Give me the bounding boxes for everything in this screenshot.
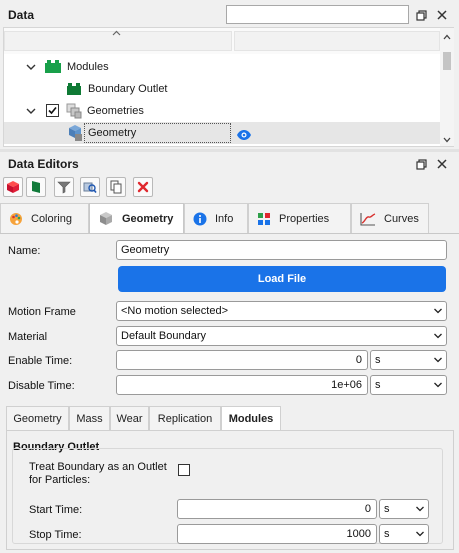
tab-coloring[interactable]: Coloring [0, 203, 89, 233]
material-value: Default Boundary [121, 330, 206, 342]
modules-tab-content: Boundary Outlet Treat Boundary as an Out… [6, 430, 454, 550]
tab-curves[interactable]: Curves [351, 203, 429, 233]
disable-time-field[interactable]: 1e+06 [116, 375, 368, 395]
data-panel: Data Modules Boundary Outlet Geometries … [0, 0, 459, 150]
start-time-unit-select[interactable]: s [379, 499, 429, 519]
palette-icon [9, 212, 23, 226]
copy-button[interactable] [106, 177, 126, 197]
chevron-down-icon [434, 333, 442, 339]
disable-time-unit: s [375, 379, 381, 391]
treat-outlet-checkbox[interactable] [178, 464, 190, 476]
data-panel-title: Data [8, 8, 35, 22]
chevron-down-icon [416, 506, 424, 512]
treat-outlet-label-line2: for Particles: [29, 474, 91, 486]
subtab-label: Replication [157, 412, 213, 425]
tab-label: Geometry [122, 212, 174, 225]
panel-splitter[interactable] [0, 149, 459, 152]
tree-row-boundary-outlet[interactable]: Boundary Outlet [4, 78, 440, 100]
scroll-up-arrow-icon[interactable] [443, 31, 451, 43]
enable-time-label: Enable Time: [8, 355, 73, 367]
tree-scrollbar[interactable] [440, 28, 454, 146]
tree-row-modules[interactable]: Modules [4, 56, 440, 78]
subtab-mass[interactable]: Mass [69, 406, 110, 430]
name-field[interactable]: Geometry [116, 240, 447, 260]
start-time-field[interactable]: 0 [177, 499, 377, 519]
search-geometry-button[interactable] [80, 177, 100, 197]
start-time-label: Start Time: [29, 504, 83, 516]
subtab-label: Modules [228, 412, 274, 425]
subtab-label: Mass [76, 412, 103, 425]
subtab-geometry[interactable]: Geometry [6, 406, 69, 430]
load-file-label: Load File [257, 273, 307, 285]
enable-time-unit: s [375, 354, 381, 366]
material-select[interactable]: Default Boundary [116, 326, 447, 346]
load-file-button[interactable]: Load File [118, 266, 446, 292]
subtab-wear[interactable]: Wear [110, 406, 149, 430]
float-panel-icon[interactable] [414, 8, 428, 22]
subtab-label: Wear [116, 412, 143, 425]
tree-item-label: Modules [67, 61, 109, 73]
geometry-icon [98, 211, 114, 227]
material-label: Material [8, 331, 48, 343]
motion-frame-select[interactable]: <No motion selected> [116, 301, 447, 321]
motion-frame-label: Motion Frame [8, 306, 76, 318]
tab-properties[interactable]: Properties [248, 203, 351, 233]
stop-time-label: Stop Time: [29, 529, 82, 541]
treat-outlet-label-line1: Treat Boundary as an Outlet [29, 461, 167, 473]
add-geometry-button[interactable] [3, 177, 23, 197]
subtab-replication[interactable]: Replication [149, 406, 221, 430]
data-tree-view[interactable]: Modules Boundary Outlet Geometries Geome… [3, 27, 454, 147]
name-label: Name: [8, 245, 41, 257]
scroll-down-arrow-icon[interactable] [443, 134, 451, 146]
disable-time-unit-select[interactable]: s [370, 375, 447, 395]
tree-item-label: Geometries [87, 105, 144, 117]
stop-time-field[interactable]: 1000 [177, 524, 377, 544]
chevron-down-icon [434, 308, 442, 314]
properties-icon [257, 212, 271, 226]
enable-time-field[interactable]: 0 [116, 350, 368, 370]
chevron-down-icon [434, 357, 442, 363]
motion-frame-value: <No motion selected> [121, 305, 229, 317]
tab-geometry[interactable]: Geometry [89, 203, 184, 233]
start-time-unit: s [384, 503, 390, 515]
tree-row-geometries[interactable]: Geometries [4, 100, 440, 122]
tab-label: Curves [384, 212, 419, 225]
float-panel-icon[interactable] [414, 157, 428, 171]
scroll-thumb[interactable] [443, 52, 451, 70]
sort-chevron-up-icon [112, 27, 121, 39]
disable-time-label: Disable Time: [8, 380, 75, 392]
delete-button[interactable] [133, 177, 153, 197]
tree-item-label: Boundary Outlet [88, 83, 168, 95]
close-icon[interactable] [435, 157, 449, 171]
tree-item-label-editing[interactable]: Geometry [84, 123, 231, 143]
add-module-button[interactable] [26, 177, 46, 197]
chevron-down-icon [416, 531, 424, 537]
visibility-checkbox[interactable] [46, 104, 59, 117]
tab-info[interactable]: Info [184, 203, 248, 233]
chevron-down-icon [434, 382, 442, 388]
info-icon [193, 212, 207, 226]
stop-time-unit: s [384, 528, 390, 540]
tab-label: Coloring [31, 212, 72, 225]
geometry-form: Name: Geometry Load File Motion Frame <N… [0, 234, 459, 553]
editors-panel-title: Data Editors [8, 157, 79, 171]
tab-label: Properties [279, 212, 330, 225]
eye-icon[interactable] [236, 127, 252, 149]
tree-row-geometry[interactable]: Geometry [4, 122, 440, 144]
filter-button[interactable] [54, 177, 74, 197]
tree-column-header[interactable] [234, 31, 440, 51]
curves-icon [360, 212, 376, 226]
subtab-label: Geometry [13, 412, 62, 425]
stop-time-unit-select[interactable]: s [379, 524, 429, 544]
editors-tab-bar: Coloring Geometry Info Properties Curves [0, 203, 459, 234]
data-search-input[interactable] [226, 5, 409, 24]
subtab-modules[interactable]: Modules [221, 406, 281, 430]
close-icon[interactable] [435, 8, 449, 22]
enable-time-unit-select[interactable]: s [370, 350, 447, 370]
tab-label: Info [215, 212, 234, 225]
geometry-icon [66, 124, 84, 150]
